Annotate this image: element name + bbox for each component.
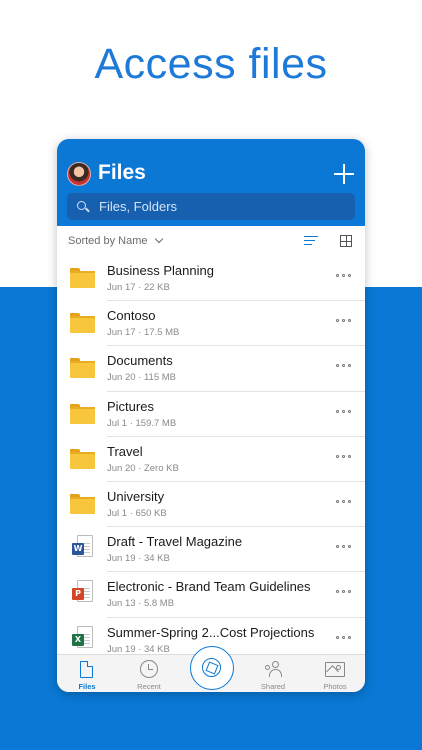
avatar[interactable] <box>67 162 91 186</box>
list-item[interactable]: W Draft - Travel Magazine Jun 19 · 34 KB <box>57 527 365 573</box>
list-item[interactable]: Travel Jun 20 · Zero KB <box>57 437 365 482</box>
sort-bar: Sorted by Name <box>57 226 365 256</box>
tab-label: Recent <box>137 682 161 691</box>
page-title: Files <box>98 161 146 184</box>
chevron-down-icon[interactable] <box>154 234 164 244</box>
list-item[interactable]: Contoso Jun 17 · 17.5 MB <box>57 301 365 347</box>
phone-screen: Files Files, Folders Sorted by Name Busi… <box>57 139 365 692</box>
people-icon <box>264 660 284 678</box>
word-file-icon: W <box>72 535 94 563</box>
search-placeholder: Files, Folders <box>99 199 178 214</box>
ellipsis-icon[interactable] <box>336 499 352 504</box>
photos-icon <box>325 662 345 677</box>
files-icon <box>80 661 93 678</box>
tab-photos[interactable]: Photos <box>310 655 360 692</box>
file-name: Contoso <box>107 308 156 324</box>
tab-recent[interactable]: Recent <box>124 655 174 692</box>
ellipsis-icon[interactable] <box>336 319 352 323</box>
file-meta: Jun 17 · 22 KB <box>107 282 170 293</box>
file-meta: Jun 19 · 34 KB <box>107 553 170 565</box>
list-item[interactable]: Business Planning Jun 17 · 22 KB <box>57 256 365 302</box>
list-item[interactable]: Pictures Jul 1 · 159.7 MB <box>57 392 365 437</box>
add-button[interactable] <box>333 163 355 185</box>
sort-dropdown[interactable]: Sorted by Name <box>68 235 147 247</box>
tab-label: Photos <box>323 682 347 691</box>
file-name: Business Planning <box>107 263 214 278</box>
search-input[interactable]: Files, Folders <box>67 193 355 220</box>
file-name: Pictures <box>107 398 154 414</box>
camera-button[interactable] <box>190 646 234 690</box>
list-item[interactable]: Documents Jun 20 · 115 MB <box>57 346 365 392</box>
folder-icon <box>70 313 95 334</box>
file-meta: Jun 17 · 17.5 MB <box>107 327 180 339</box>
clock-icon <box>140 660 158 678</box>
file-name: Travel <box>107 443 143 459</box>
ellipsis-icon[interactable] <box>336 364 352 368</box>
ellipsis-icon[interactable] <box>336 409 352 414</box>
ellipsis-icon[interactable] <box>336 590 352 594</box>
powerpoint-file-icon: P <box>72 580 94 608</box>
search-icon <box>75 193 99 220</box>
folder-icon <box>70 358 95 379</box>
list-item[interactable]: P Electronic - Brand Team Guidelines Jun 1… <box>57 572 365 618</box>
file-name: University <box>107 488 165 504</box>
file-list: Business Planning Jun 17 · 22 KB Contoso Ju… <box>57 256 365 663</box>
tab-label: Files <box>78 682 96 691</box>
file-meta: Jul 1 · 650 KB <box>107 507 167 519</box>
file-name: Summer-Spring 2...Cost Projections <box>107 624 315 640</box>
file-name: Documents <box>107 353 173 369</box>
folder-icon <box>70 448 95 469</box>
camera-shutter-icon <box>202 658 221 677</box>
ellipsis-icon[interactable] <box>336 545 352 549</box>
app-header: Files Files, Folders <box>57 139 365 226</box>
folder-icon <box>70 493 95 514</box>
file-name: Electronic - Brand Team Guidelines <box>107 579 311 595</box>
list-view-icon[interactable] <box>304 236 318 246</box>
ellipsis-icon[interactable] <box>336 635 352 640</box>
file-meta: Jun 20 · Zero KB <box>107 462 179 474</box>
file-meta: Jun 19 · 34 KB <box>107 643 170 655</box>
folder-icon <box>70 403 95 424</box>
file-meta: Jul 1 · 159.7 MB <box>107 417 177 429</box>
tab-shared[interactable]: Shared <box>248 655 298 692</box>
tab-files[interactable]: Files <box>62 655 112 692</box>
marketing-headline: Access files <box>94 40 328 88</box>
excel-file-icon: X <box>72 625 94 654</box>
tab-label: Shared <box>260 682 286 691</box>
grid-view-icon[interactable] <box>340 235 352 247</box>
file-name: Draft - Travel Magazine <box>107 534 243 550</box>
ellipsis-icon[interactable] <box>336 454 352 459</box>
ellipsis-icon[interactable] <box>336 274 352 278</box>
file-meta: Jun 20 · 115 MB <box>107 372 177 384</box>
list-item[interactable]: University Jul 1 · 650 KB <box>57 482 365 528</box>
folder-icon <box>70 268 95 288</box>
file-meta: Jun 13 · 5.8 MB <box>107 598 175 610</box>
